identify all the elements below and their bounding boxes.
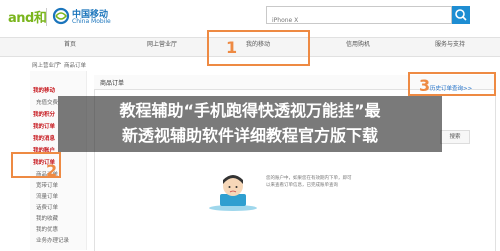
nav-item-credit-phone[interactable]: 信用购机 [346, 39, 370, 48]
and-logo[interactable]: and和 [8, 7, 47, 26]
breadcrumb-item-online-hall[interactable]: 网上营业厅 [32, 61, 60, 69]
nav-item-online-hall[interactable]: 网上营业厅 [147, 39, 177, 48]
sidebar-item-coupons[interactable]: 我的优惠 [36, 225, 58, 233]
sidebar-item-points[interactable]: 我的积分 [33, 110, 55, 118]
panel-title: 商品订单 [100, 80, 125, 87]
filter-button[interactable]: 搜索 [440, 130, 470, 144]
search-input[interactable] [267, 13, 422, 28]
empty-message-line: 以来查看订单信息，已完成账单查询 [266, 182, 338, 188]
sidebar-item-bill-orders[interactable]: 话费订单 [36, 203, 58, 211]
sidebar-item-recharge[interactable]: 充值交费 [36, 98, 58, 106]
marker-number-1: 1 [226, 38, 238, 57]
nav-item-home[interactable]: 首页 [64, 39, 76, 48]
empty-orders-message: 您的账户中，如果您在有效期内下单，即可 以来查看订单信息，已完成账单查询 [266, 176, 396, 189]
overlay-banner-line: 新透视辅助软件详细教程官方版下载 [121, 126, 378, 145]
search-button[interactable] [452, 6, 470, 24]
empty-orders-illustration [209, 175, 257, 211]
breadcrumb-separator: > [57, 61, 62, 67]
search-icon [455, 9, 467, 21]
sidebar-item-my-mobile[interactable]: 我的移动 [33, 86, 55, 94]
nav-item-service-support[interactable]: 服务与支持 [435, 39, 465, 48]
china-mobile-logo-icon[interactable] [52, 7, 70, 25]
breadcrumb-item-orders: 商品订单 [64, 63, 87, 69]
marker-number-3: 3 [419, 76, 431, 95]
search-box [266, 6, 452, 28]
sidebar-item-messages[interactable]: 我的消息 [33, 134, 55, 142]
sidebar-item-favorites[interactable]: 我的收藏 [36, 214, 58, 222]
overlay-banner-text: 教程辅助“手机跑得快透视万能挂”最 新透视辅助软件详细教程官方版下载 [58, 98, 442, 148]
overlay-banner-line: 教程辅助“手机跑得快透视万能挂”最 [119, 101, 381, 120]
sidebar-item-broadband-orders[interactable]: 宽带订单 [36, 181, 58, 189]
sidebar-item-service-records[interactable]: 业务办理记录 [36, 236, 69, 244]
sidebar-item-orders-top[interactable]: 我的订单 [33, 122, 55, 130]
marker-number-2: 2 [46, 161, 58, 180]
sidebar-item-data-orders[interactable]: 流量订单 [36, 192, 58, 200]
china-mobile-name-en: China Mobile [72, 18, 111, 25]
highlight-box-my-mobile [207, 30, 310, 66]
logo-divider [46, 8, 47, 26]
